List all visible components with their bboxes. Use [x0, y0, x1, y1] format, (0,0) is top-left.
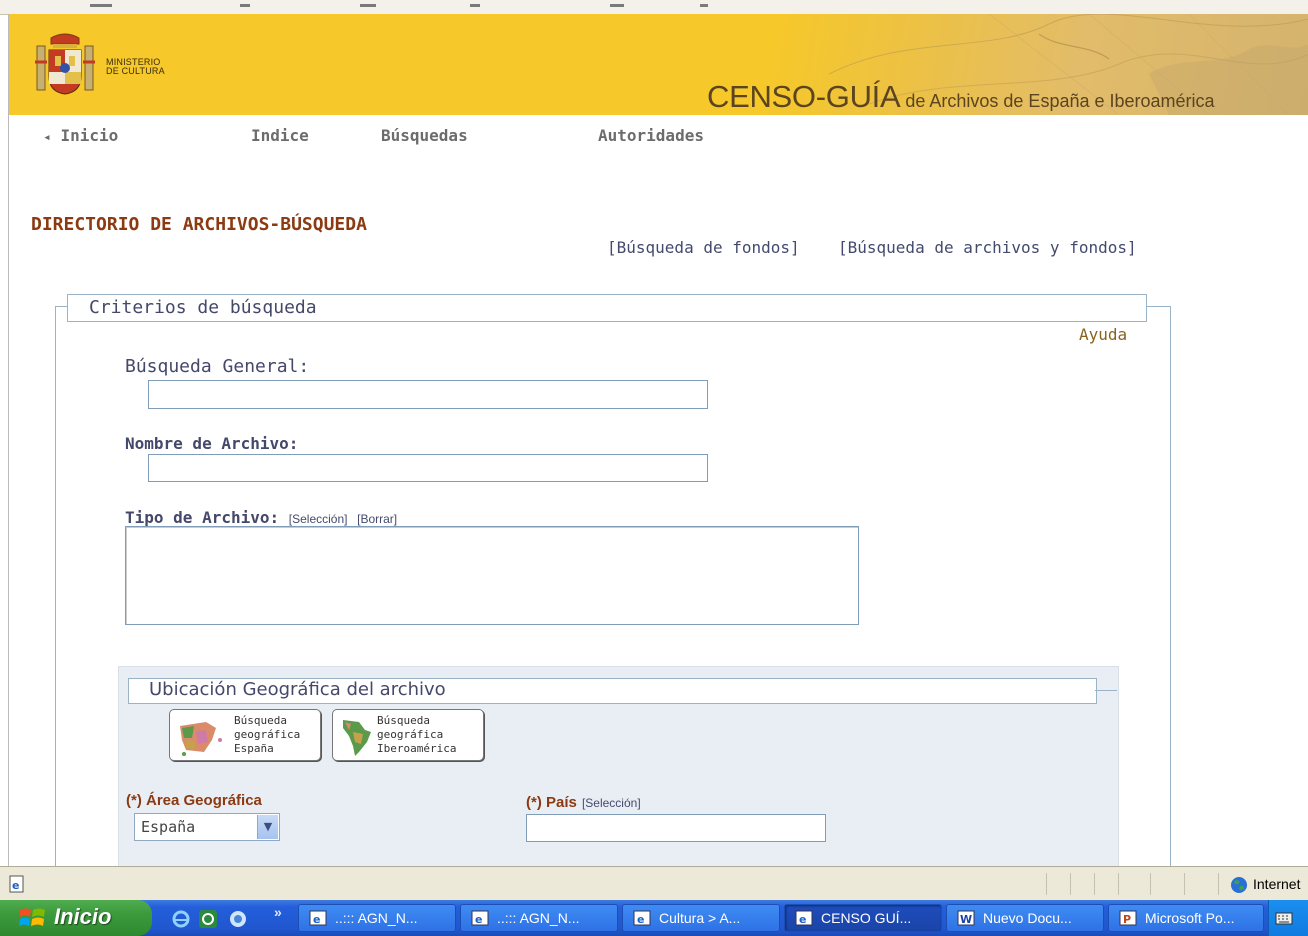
- taskbar-item-agn-1[interactable]: e ..::: AGN_N...: [298, 904, 456, 932]
- taskbar-item-word[interactable]: W Nuevo Docu...: [946, 904, 1104, 932]
- nav-busquedas[interactable]: Búsquedas: [381, 126, 468, 145]
- svg-text:e: e: [799, 913, 806, 926]
- america-map-icon: [343, 720, 371, 756]
- word-icon: W: [957, 910, 975, 926]
- ie-icon: e: [633, 910, 651, 926]
- ministry-label: MINISTERIO DE CULTURA: [106, 58, 196, 76]
- ministry-line-2: DE CULTURA: [106, 66, 165, 76]
- country-row: (*) País [Selección]: [526, 792, 641, 811]
- taskbar-item-censo-guia[interactable]: e CENSO GUÍ...: [784, 904, 942, 932]
- archive-type-row: Tipo de Archivo: [Selección] [Borrar]: [125, 508, 397, 527]
- spain-button-line-3: España: [234, 742, 274, 755]
- taskbar-item-label: CENSO GUÍ...: [821, 910, 912, 926]
- spain-button-line-1: Búsqueda: [234, 714, 287, 727]
- nav-inicio-label: Inicio: [60, 126, 119, 145]
- nav-indice[interactable]: Indice: [251, 126, 309, 145]
- site-title-main: CENSO-GUÍA: [707, 79, 901, 114]
- site-title-sub: de Archivos de España e Iberoamérica: [900, 91, 1215, 111]
- quicklaunch-overflow[interactable]: »: [274, 904, 282, 920]
- general-search-label: Búsqueda General:: [125, 356, 310, 377]
- page-title: DIRECTORIO DE ARCHIVOS-BÚSQUEDA: [31, 214, 367, 235]
- windows-taskbar: Inicio » e ..::: AGN_N... e ..::: AGN_N.…: [0, 900, 1308, 936]
- taskbar-item-cultura[interactable]: e Cultura > A...: [622, 904, 780, 932]
- taskbar-item-label: ..::: AGN_N...: [497, 910, 580, 926]
- spain-button-text: Búsqueda geográfica España: [234, 714, 300, 756]
- iberoamerica-button-line-1: Búsqueda: [377, 714, 430, 727]
- archive-name-input[interactable]: [148, 454, 708, 482]
- svg-text:W: W: [960, 913, 972, 926]
- geo-search-iberoamerica-button[interactable]: Búsqueda geográfica Iberoamérica: [332, 709, 484, 761]
- geo-area-select[interactable]: España ▼: [134, 813, 280, 841]
- country-select-link[interactable]: [Selección]: [582, 796, 641, 810]
- geo-area-label: (*) Área Geográfica: [126, 792, 262, 809]
- archive-type-select-link[interactable]: [Selección]: [289, 512, 348, 526]
- spain-button-line-2: geográfica: [234, 728, 301, 741]
- geo-search-spain-button[interactable]: Búsqueda geográfica España: [169, 709, 321, 761]
- windows-logo-icon: [19, 908, 45, 926]
- svg-text:e: e: [475, 913, 482, 926]
- ie-icon: e: [309, 910, 327, 926]
- archive-type-textarea[interactable]: [125, 526, 859, 625]
- svg-text:e: e: [12, 879, 19, 892]
- back-arrow-icon: ◂: [43, 130, 51, 145]
- start-button[interactable]: Inicio: [0, 900, 152, 936]
- taskbar-item-label: Cultura > A...: [659, 910, 741, 926]
- geo-legend-line: [1095, 690, 1117, 691]
- archive-type-label: Tipo de Archivo:: [125, 508, 280, 527]
- archive-type-clear-link[interactable]: [Borrar]: [357, 512, 397, 526]
- ie-quicklaunch-icon[interactable]: [172, 910, 190, 928]
- taskbar-item-label: ..::: AGN_N...: [335, 910, 418, 926]
- powerpoint-icon: P: [1119, 910, 1137, 926]
- taskbar-item-agn-2[interactable]: e ..::: AGN_N...: [460, 904, 618, 932]
- site-title: CENSO-GUÍA de Archivos de España e Ibero…: [707, 79, 1215, 115]
- svg-text:e: e: [637, 913, 644, 926]
- nav-inicio[interactable]: ◂ Inicio: [43, 126, 118, 145]
- coat-of-arms-logo: [33, 32, 97, 98]
- criteria-legend: Criterios de búsqueda: [89, 297, 317, 318]
- nav-autoridades[interactable]: Autoridades: [598, 126, 704, 145]
- globe-icon: [1231, 877, 1247, 893]
- iberoamerica-button-line-3: Iberoamérica: [377, 742, 457, 755]
- link-busqueda-archivos-fondos[interactable]: [Búsqueda de archivos y fondos]: [838, 238, 1137, 257]
- desktop-quicklaunch-icon[interactable]: [198, 909, 218, 929]
- browser-toolbar-remnant: [0, 0, 1308, 15]
- taskbar-item-label: Microsoft Po...: [1145, 910, 1235, 926]
- geo-area-selected-value: España: [141, 818, 196, 836]
- ie-icon: e: [795, 910, 813, 926]
- country-label: (*) País: [526, 794, 577, 811]
- page-icon: e: [9, 875, 24, 893]
- archive-name-label: Nombre de Archivo:: [125, 434, 299, 453]
- keyboard-icon[interactable]: [1275, 910, 1293, 926]
- country-input[interactable]: [526, 814, 826, 842]
- spain-map-icon: [180, 722, 222, 756]
- taskbar-item-label: Nuevo Docu...: [983, 910, 1072, 926]
- start-label: Inicio: [54, 904, 112, 929]
- chevron-down-icon[interactable]: ▼: [257, 815, 278, 839]
- system-tray: [1268, 900, 1308, 936]
- iberoamerica-button-text: Búsqueda geográfica Iberoamérica: [377, 714, 456, 756]
- security-zone-label: Internet: [1253, 876, 1301, 892]
- iberoamerica-button-line-2: geográfica: [377, 728, 444, 741]
- header-banner: MINISTERIO DE CULTURA CENSO-GUÍA de Arch…: [9, 14, 1308, 115]
- media-quicklaunch-icon[interactable]: [228, 909, 248, 929]
- svg-text:P: P: [1123, 913, 1131, 926]
- browser-status-bar: e Internet: [0, 866, 1308, 901]
- svg-text:e: e: [313, 913, 320, 926]
- help-link[interactable]: Ayuda: [1079, 325, 1127, 344]
- geo-legend: Ubicación Geográfica del archivo: [149, 679, 446, 700]
- web-page-viewport: MINISTERIO DE CULTURA CENSO-GUÍA de Arch…: [8, 14, 1308, 866]
- link-busqueda-fondos[interactable]: [Búsqueda de fondos]: [607, 238, 800, 257]
- general-search-input[interactable]: [148, 380, 708, 409]
- ie-icon: e: [471, 910, 489, 926]
- taskbar-item-powerpoint[interactable]: P Microsoft Po...: [1108, 904, 1264, 932]
